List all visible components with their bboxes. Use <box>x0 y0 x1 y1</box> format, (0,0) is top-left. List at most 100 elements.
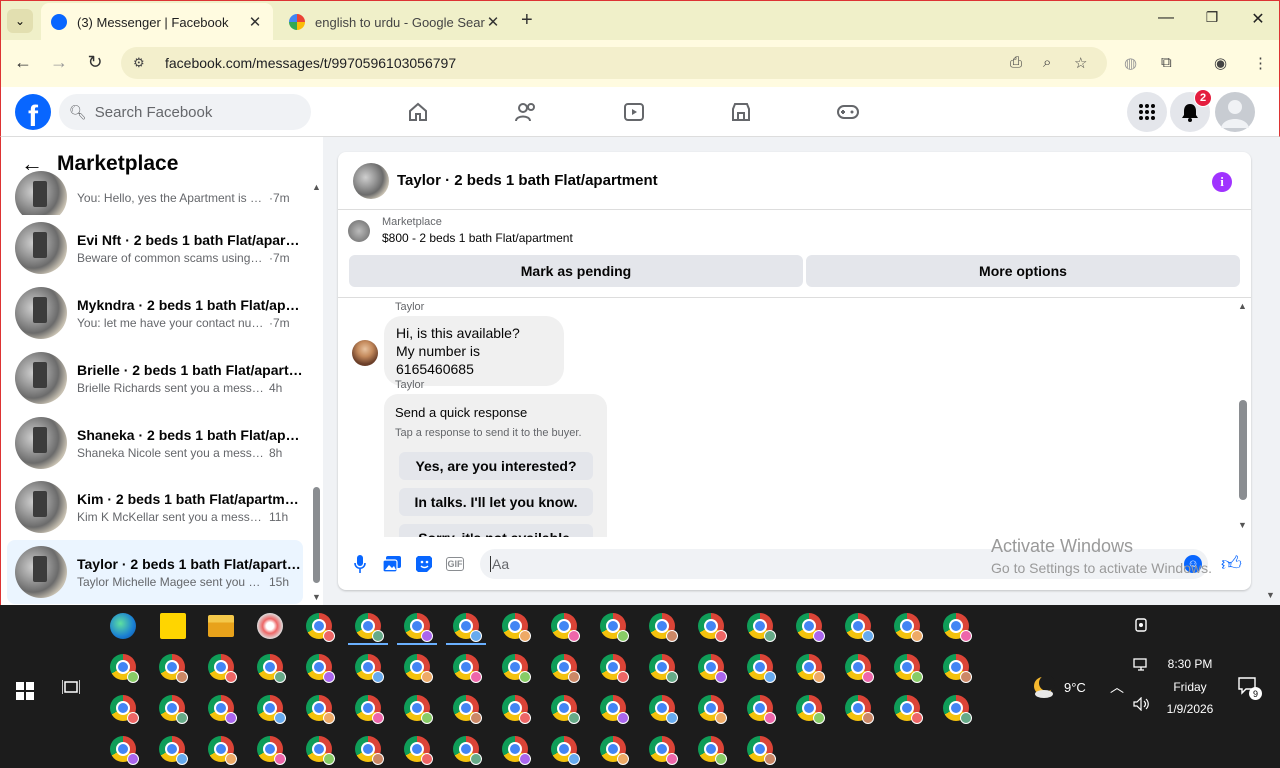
gif-icon[interactable]: GIF <box>446 557 464 571</box>
chrome-icon[interactable] <box>502 736 531 765</box>
chrome-icon[interactable] <box>453 613 482 642</box>
back-arrow-icon[interactable]: ← <box>11 52 35 73</box>
conversation-item[interactable]: You: Hello, yes the Apartment is still a… <box>7 167 303 215</box>
chrome-icon[interactable] <box>894 695 923 724</box>
chrome-icon[interactable] <box>747 654 776 683</box>
search-facebook-input[interactable]: 🔍︎ Search Facebook <box>59 94 311 130</box>
clock-time[interactable]: 8:30 PM <box>1160 657 1220 671</box>
listing-summary[interactable]: Marketplace $800 - 2 beds 1 bath Flat/ap… <box>348 216 573 245</box>
chat-scrollbar[interactable] <box>1239 400 1247 500</box>
scroll-down-arrow-icon[interactable]: ▼ <box>1238 520 1247 530</box>
chrome-icon[interactable] <box>649 695 678 724</box>
chrome-icon[interactable] <box>208 695 237 724</box>
chrome-icon[interactable] <box>894 654 923 683</box>
chrome-icon[interactable] <box>551 613 580 642</box>
chrome-icon[interactable] <box>747 695 776 724</box>
tab-google-search[interactable]: english to urdu - Google Search ✕ <box>279 3 511 41</box>
friends-icon[interactable] <box>512 99 540 125</box>
chrome-icon[interactable] <box>453 736 482 765</box>
clock-date[interactable]: 1/9/2026 <box>1160 702 1220 716</box>
chrome-icon[interactable] <box>551 736 580 765</box>
chrome-icon[interactable] <box>943 613 972 642</box>
weather-temperature[interactable]: 9°C <box>1064 680 1086 695</box>
conversation-item[interactable]: Kim · 2 beds 1 bath Flat/apartment Kim K… <box>7 475 303 539</box>
close-tab-icon[interactable]: ✕ <box>485 13 501 31</box>
show-hidden-icons-chevron-icon[interactable]: ︿ <box>1110 677 1124 697</box>
chrome-icon[interactable] <box>796 654 825 683</box>
chrome-icon[interactable] <box>306 695 335 724</box>
chrome-icon[interactable] <box>404 654 433 683</box>
profile-icon[interactable]: ◉ <box>1214 54 1227 72</box>
chrome-icon[interactable] <box>257 736 286 765</box>
sticky-notes-icon[interactable] <box>160 613 186 639</box>
chrome-icon[interactable] <box>698 654 727 683</box>
scroll-up-arrow-icon[interactable]: ▲ <box>1238 301 1247 311</box>
menu-grid-icon[interactable] <box>1127 92 1167 132</box>
network-icon[interactable] <box>1133 658 1151 677</box>
conversation-item[interactable]: Shaneka · 2 beds 1 bath Flat/apartment S… <box>7 411 303 475</box>
close-tab-icon[interactable]: ✕ <box>247 13 263 31</box>
tab-search-chevron-icon[interactable]: ⌄ <box>7 9 33 33</box>
chrome-icon[interactable] <box>747 613 776 642</box>
mark-as-pending-button[interactable]: Mark as pending <box>349 255 803 287</box>
video-icon[interactable] <box>620 99 648 125</box>
sidebar-scrollbar[interactable] <box>313 487 320 583</box>
chrome-icon[interactable] <box>159 654 188 683</box>
chrome-icon[interactable] <box>551 654 580 683</box>
chrome-icon[interactable] <box>943 654 972 683</box>
chrome-icon[interactable] <box>502 613 531 642</box>
chrome-icon[interactable] <box>747 736 776 765</box>
chrome-icon[interactable] <box>502 654 531 683</box>
chrome-icon[interactable] <box>355 736 384 765</box>
chrome-icon[interactable] <box>355 613 384 642</box>
conversation-item[interactable]: Brielle · 2 beds 1 bath Flat/apartment B… <box>7 346 303 410</box>
chrome-icon[interactable] <box>159 736 188 765</box>
marketplace-icon[interactable] <box>727 99 755 125</box>
meet-now-icon[interactable] <box>1134 617 1150 638</box>
chrome-icon[interactable] <box>306 736 335 765</box>
chrome-icon[interactable] <box>600 695 629 724</box>
edge-icon[interactable] <box>110 613 136 639</box>
volume-icon[interactable] <box>1133 696 1151 716</box>
chrome-icon[interactable] <box>698 695 727 724</box>
quick-response-option[interactable]: Sorry, it's not available. <box>399 524 593 537</box>
chrome-icon[interactable] <box>404 613 433 642</box>
scroll-up-arrow-icon[interactable]: ▲ <box>312 182 321 192</box>
chrome-icon[interactable] <box>698 613 727 642</box>
chrome-icon[interactable] <box>796 613 825 642</box>
minimize-icon[interactable]: — <box>1151 9 1181 27</box>
info-icon[interactable]: i <box>1212 172 1232 192</box>
conversation-item[interactable]: Evi Nft · 2 beds 1 bath Flat/apartment B… <box>7 216 303 280</box>
page-scroll-down-icon[interactable]: ▼ <box>1266 590 1275 600</box>
chrome-icon[interactable] <box>306 613 335 642</box>
chrome-icon[interactable] <box>208 654 237 683</box>
chrome-icon[interactable] <box>943 695 972 724</box>
chrome-icon[interactable] <box>600 654 629 683</box>
photo-icon[interactable] <box>382 554 402 574</box>
chrome-icon[interactable] <box>894 613 923 642</box>
account-avatar-icon[interactable] <box>1215 92 1255 132</box>
paint-icon[interactable] <box>257 613 283 639</box>
chrome-icon[interactable] <box>845 654 874 683</box>
chrome-icon[interactable] <box>845 695 874 724</box>
chrome-icon[interactable] <box>110 736 139 765</box>
menu-dots-icon[interactable]: ⋮ <box>1253 54 1268 72</box>
chrome-icon[interactable] <box>257 654 286 683</box>
chrome-icon[interactable] <box>600 736 629 765</box>
file-explorer-icon[interactable] <box>208 615 234 637</box>
chrome-icon[interactable] <box>159 695 188 724</box>
more-options-button[interactable]: More options <box>806 255 1240 287</box>
chat-title[interactable]: Taylor · 2 beds 1 bath Flat/apartment <box>397 172 658 189</box>
chrome-icon[interactable] <box>355 654 384 683</box>
listing-avatar[interactable] <box>353 162 389 199</box>
chrome-icon[interactable] <box>502 695 531 724</box>
facebook-logo-icon[interactable]: f <box>15 94 51 130</box>
home-icon[interactable] <box>404 99 432 125</box>
chrome-icon[interactable] <box>845 613 874 642</box>
chrome-icon[interactable] <box>698 736 727 765</box>
extensions-icon[interactable]: ⧉ <box>1161 54 1172 71</box>
weather-moon-icon[interactable] <box>1030 675 1056 704</box>
chrome-icon[interactable] <box>796 695 825 724</box>
forward-arrow-icon[interactable]: → <box>47 52 71 73</box>
task-view-icon[interactable] <box>61 679 81 700</box>
